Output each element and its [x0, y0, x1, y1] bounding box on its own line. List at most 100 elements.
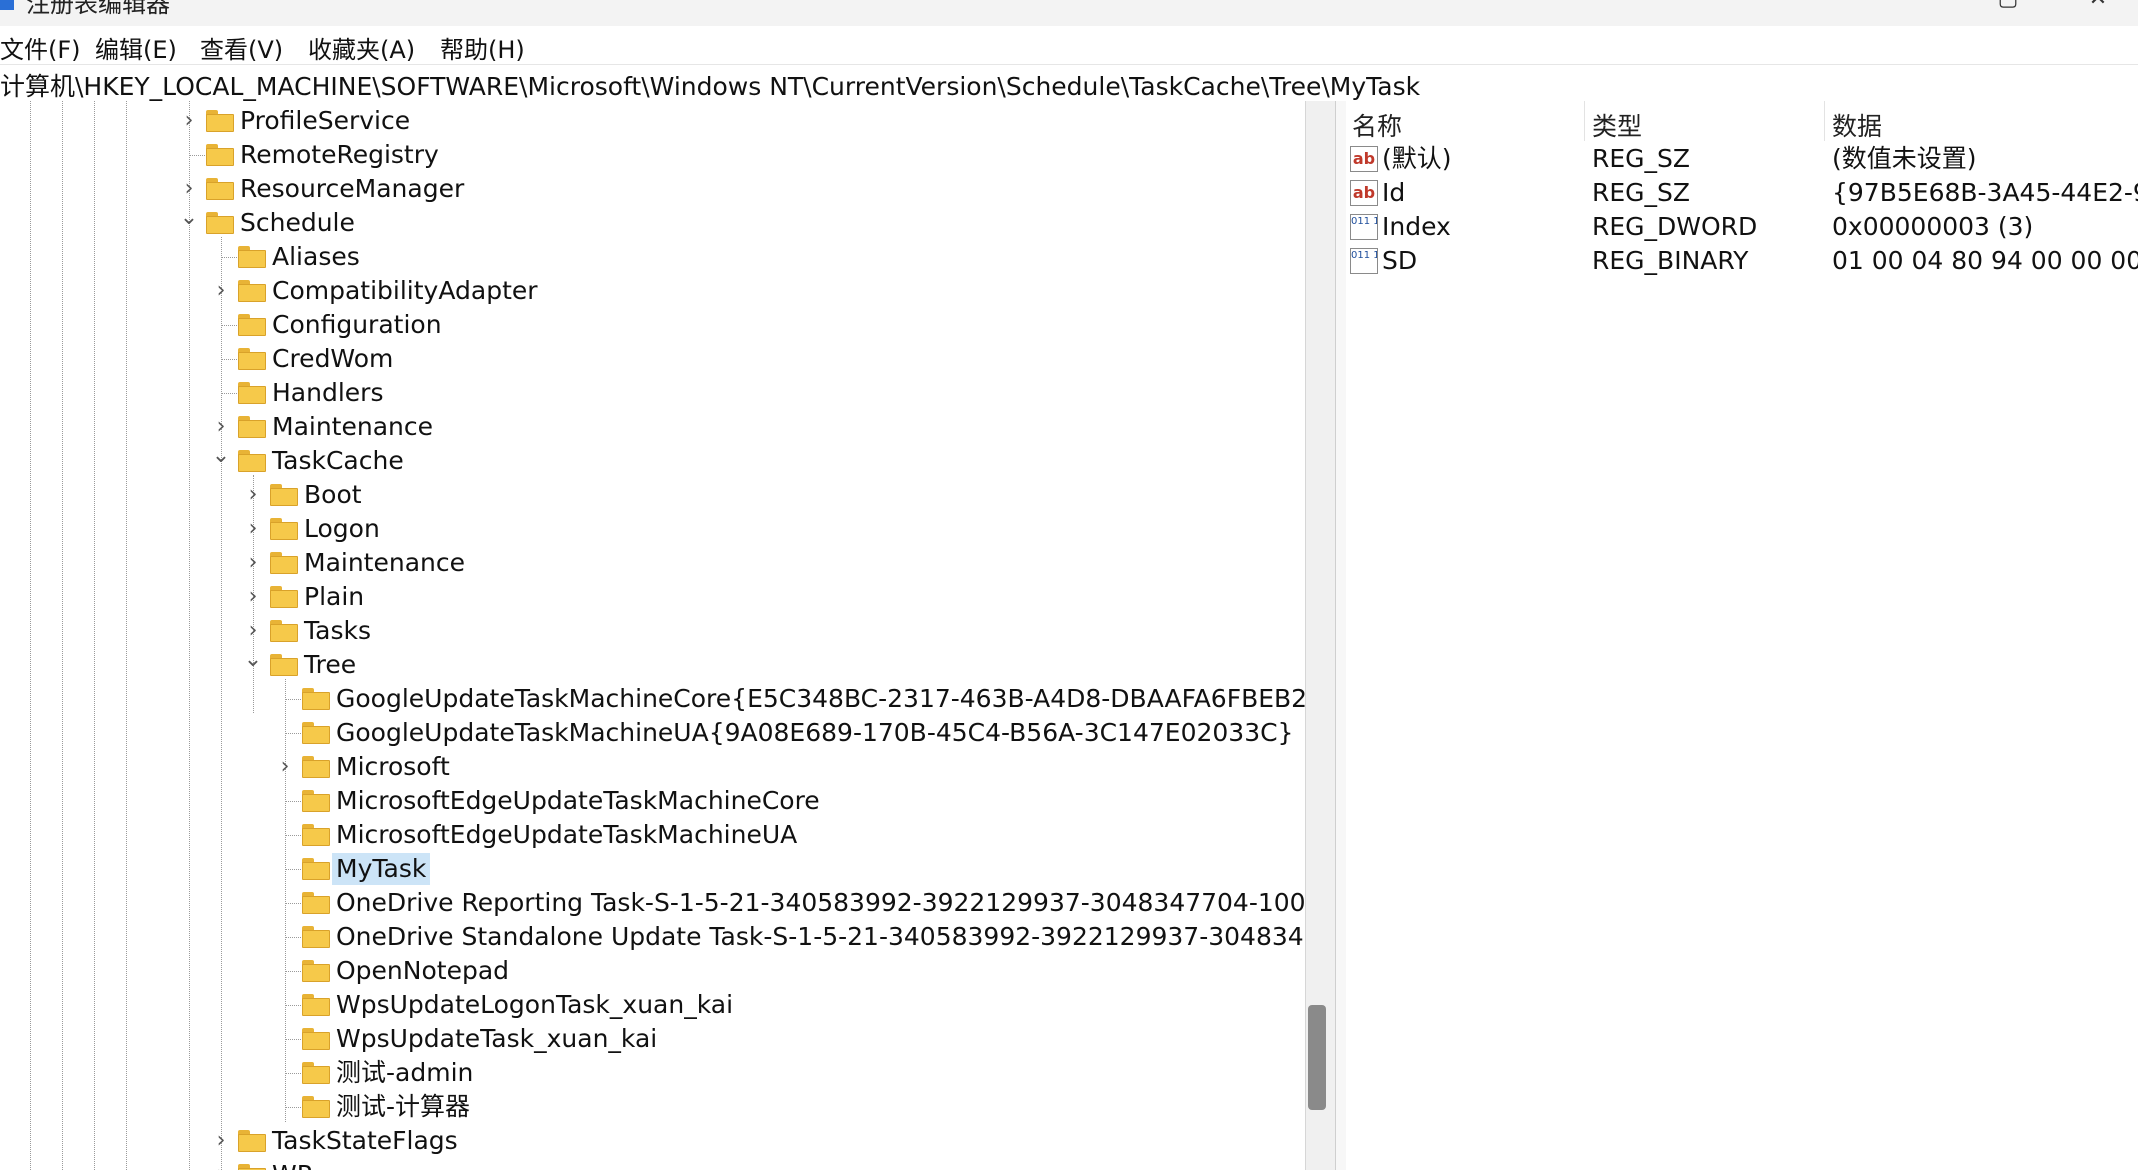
folder-icon [302, 892, 330, 914]
tree-item[interactable]: GoogleUpdateTaskMachineUA{9A08E689-170B-… [274, 716, 1305, 750]
tree-item[interactable]: › Maintenance [242, 546, 1305, 580]
value-row[interactable]: ab (默认) REG_SZ (数值未设置) [1346, 142, 2138, 176]
tree-item[interactable]: 测试-admin [274, 1056, 1305, 1090]
folder-icon-body [238, 250, 266, 268]
collapsed-chevron-icon[interactable]: › [210, 1124, 232, 1158]
tree-item[interactable]: Configuration [210, 308, 1305, 342]
column-separator[interactable] [1584, 101, 1585, 141]
collapsed-chevron-icon[interactable]: › [210, 1158, 232, 1170]
collapsed-chevron-icon[interactable]: › [274, 750, 296, 784]
tree-item[interactable]: WpsUpdateLogonTask_xuan_kai [274, 988, 1305, 1022]
menu-view[interactable]: 查看(V) [200, 30, 283, 65]
menu-favorites[interactable]: 收藏夹(A) [308, 30, 415, 65]
tree-item[interactable]: GoogleUpdateTaskMachineCore{E5C348BC-231… [274, 682, 1305, 716]
tree-item[interactable]: WpsUpdateTask_xuan_kai [274, 1022, 1305, 1056]
tree-branch-line [285, 733, 301, 734]
tree-item[interactable]: ⌄ Schedule [178, 206, 1305, 240]
column-header-name[interactable]: 名称 [1352, 107, 1402, 143]
tree-item[interactable]: MyTask [274, 852, 1305, 886]
tree-item[interactable]: › ResourceManager [178, 172, 1305, 206]
string-value-icon: ab [1350, 180, 1378, 206]
tree-item[interactable]: › Microsoft [274, 750, 1305, 784]
key-tree-pane[interactable]: › ProfileService RemoteRegistry › ResourceMa… [0, 101, 1305, 1170]
collapsed-chevron-icon[interactable]: › [242, 580, 264, 614]
value-type: REG_BINARY [1592, 246, 1749, 275]
collapsed-chevron-icon[interactable]: › [210, 410, 232, 444]
folder-icon-body [302, 760, 330, 778]
tree-item-label: Aliases [272, 242, 360, 271]
value-row[interactable]: abId REG_SZ {97B5E68B-3A45-44E2-973 [1346, 176, 2138, 210]
tree-item[interactable]: › Maintenance [210, 410, 1305, 444]
address-bar[interactable]: 计算机\HKEY_LOCAL_MACHINE\SOFTWARE\Microsof… [0, 64, 2138, 102]
folder-icon-body [206, 216, 234, 234]
pane-divider[interactable] [1335, 101, 1346, 1170]
tree-item[interactable]: › Logon [242, 512, 1305, 546]
binary-value-icon: 011 110 [1350, 214, 1378, 240]
expanded-chevron-icon[interactable]: ⌄ [242, 648, 264, 682]
expanded-chevron-icon[interactable]: ⌄ [178, 206, 200, 240]
folder-icon-body [270, 624, 298, 642]
tree-item[interactable]: ⌄ TaskCache [210, 444, 1305, 478]
tree-item[interactable]: Handlers [210, 376, 1305, 410]
tree-item[interactable]: › Tasks [242, 614, 1305, 648]
tree-branch-line [285, 1039, 301, 1040]
tree-item-label: OpenNotepad [336, 956, 510, 985]
tree-item[interactable]: › Boot [242, 478, 1305, 512]
value-row[interactable]: 011 110SD REG_BINARY 01 00 04 80 94 00 00 … [1346, 244, 2138, 278]
tree-item[interactable]: › CompatibilityAdapter [210, 274, 1305, 308]
value-type: REG_SZ [1592, 178, 1691, 207]
collapsed-chevron-icon[interactable]: › [242, 478, 264, 512]
tree-item-label: TaskStateFlags [272, 1126, 458, 1155]
tree-item[interactable]: CredWom [210, 342, 1305, 376]
tree-item[interactable]: Aliases [210, 240, 1305, 274]
folder-icon [302, 722, 330, 744]
tree-item[interactable]: OneDrive Standalone Update Task-S-1-5-21… [274, 920, 1305, 954]
tree-branch-line [221, 257, 237, 258]
values-pane[interactable]: 名称 类型 数据 ab (默认) REG_SZ (数值未设置) ab Id REG_SZ {9… [1346, 101, 2138, 1170]
tree-branch-line [285, 801, 301, 802]
tree-item[interactable]: › Plain [242, 580, 1305, 614]
folder-icon-body [302, 1100, 330, 1118]
tree-item[interactable]: OpenNotepad [274, 954, 1305, 988]
collapsed-chevron-icon[interactable]: › [178, 104, 200, 138]
tree-item[interactable]: 测试-计算器 [274, 1090, 1305, 1124]
tree-item[interactable]: MicrosoftEdgeUpdateTaskMachineCore [274, 784, 1305, 818]
column-header-data[interactable]: 数据 [1832, 107, 1882, 143]
window-title: 注册表编辑器 [26, 0, 170, 18]
folder-icon-body [302, 964, 330, 982]
value-row[interactable]: 011 110Index REG_DWORD 0x00000003 (3) [1346, 210, 2138, 244]
tree-item-label: WpsUpdateTask_xuan_kai [336, 1024, 658, 1053]
menu-edit[interactable]: 编辑(E) [95, 30, 177, 65]
tree-item[interactable]: ⌄ Tree [242, 648, 1305, 682]
tree-item[interactable]: › TaskStateFlags [210, 1124, 1305, 1158]
column-separator[interactable] [1824, 101, 1825, 141]
menu-help[interactable]: 帮助(H) [440, 30, 525, 65]
column-header-type[interactable]: 类型 [1592, 107, 1642, 143]
folder-icon [270, 654, 298, 676]
menu-file[interactable]: 文件(F) [0, 30, 81, 65]
collapsed-chevron-icon[interactable]: › [242, 512, 264, 546]
tree-branch-line [285, 835, 301, 836]
collapsed-chevron-icon[interactable]: › [242, 546, 264, 580]
tree-branch-line [285, 869, 301, 870]
folder-icon-body [302, 1032, 330, 1050]
folder-icon-body [302, 998, 330, 1016]
tree-item[interactable]: RemoteRegistry [178, 138, 1305, 172]
address-path[interactable]: 计算机\HKEY_LOCAL_MACHINE\SOFTWARE\Microsof… [0, 67, 1420, 103]
expanded-chevron-icon[interactable]: ⌄ [210, 444, 232, 478]
tree-scrollbar-thumb[interactable] [1308, 1005, 1326, 1110]
tree-item-label: Tree [304, 650, 357, 679]
collapsed-chevron-icon[interactable]: › [210, 274, 232, 308]
folder-icon-body [302, 1066, 330, 1084]
maximize-button[interactable]: ▢ [1988, 0, 2028, 14]
collapsed-chevron-icon[interactable]: › [242, 614, 264, 648]
close-button[interactable]: ✕ [2078, 0, 2118, 14]
folder-icon [270, 518, 298, 540]
tree-item[interactable]: › WP [210, 1158, 1305, 1170]
folder-icon [302, 1096, 330, 1118]
tree-item[interactable]: › ProfileService [178, 104, 1305, 138]
folder-icon-body [302, 692, 330, 710]
collapsed-chevron-icon[interactable]: › [178, 172, 200, 206]
tree-item[interactable]: MicrosoftEdgeUpdateTaskMachineUA [274, 818, 1305, 852]
tree-item[interactable]: OneDrive Reporting Task-S-1-5-21-3405839… [274, 886, 1305, 920]
